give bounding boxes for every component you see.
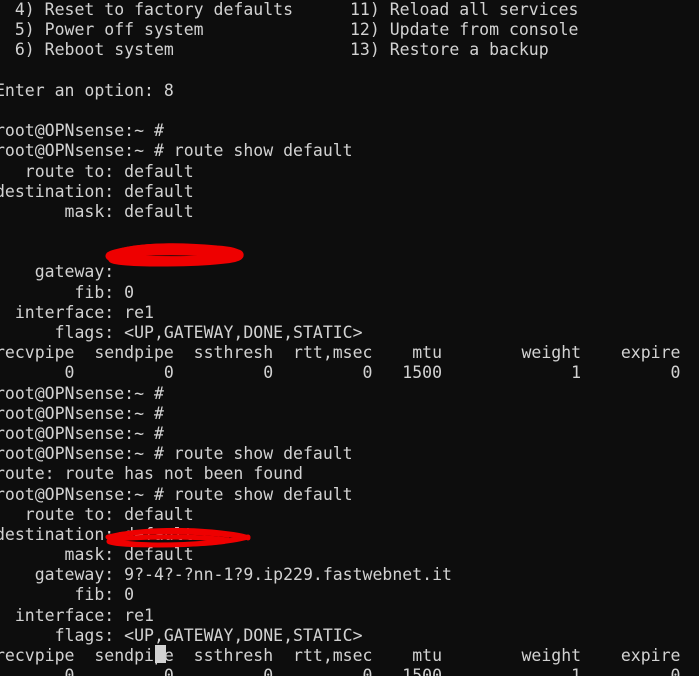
terminal-screen: 4) Reset to factory defaults 11) Reload … (0, 0, 699, 676)
menu-item-13[interactable]: 13) Restore a backup (350, 40, 549, 60)
terminal-line: flags: <UP,GATEWAY,DONE,STATIC> (0, 626, 699, 646)
terminal-line: recvpipe sendpipe ssthresh rtt,msec mtu … (0, 646, 699, 666)
terminal-line: root@OPNsense:~ # (0, 404, 699, 424)
shell-prompt: root@OPNsense:~ # (0, 403, 164, 423)
terminal-line: root@OPNsense:~ # route show default (0, 485, 699, 505)
terminal-line: root@OPNsense:~ # (0, 424, 699, 444)
flags-line: flags: <UP,GATEWAY,DONE,STATIC> (0, 323, 363, 342)
text-cursor (155, 645, 166, 663)
menu-item-4[interactable]: 4) Reset to factory defaults (0, 0, 293, 20)
terminal-line: fib: 0 (0, 283, 699, 303)
menu-item-11[interactable]: 11) Reload all services (350, 0, 578, 20)
menu-item-5[interactable]: 5) Power off system (0, 20, 204, 40)
terminal-line: recvpipe sendpipe ssthresh rtt,msec mtu … (0, 343, 699, 363)
command-line: root@OPNsense:~ # route show default (0, 444, 353, 464)
destination-line: destination: default (0, 524, 194, 544)
terminal-line: destination: default (0, 525, 699, 545)
command-line: root@OPNsense:~ # route show default (0, 141, 353, 161)
metrics-values-row: 0 0 0 0 1500 1 0 (0, 666, 681, 676)
shell-prompt: root@OPNsense:~ # (0, 383, 164, 403)
fib-line: fib: 0 (0, 282, 135, 302)
terminal-line: root@OPNsense:~ # (0, 384, 699, 404)
terminal-window[interactable]: 4) Reset to factory defaults 11) Reload … (0, 0, 699, 676)
terminal-line: root@OPNsense:~ # (0, 121, 699, 141)
metrics-header-row: recvpipe sendpipe ssthresh rtt,msec mtu … (0, 646, 681, 665)
interface-line: interface: re1 (0, 302, 154, 322)
route-to-line: route to: default (0, 504, 194, 524)
metrics-header-row: recvpipe sendpipe ssthresh rtt,msec mtu … (0, 343, 681, 363)
terminal-line: mask: default (0, 202, 699, 222)
terminal-line: route to: default (0, 505, 699, 525)
gateway-line-partial-redacted: gateway: 9?-4?-?nn-1?9.ip229.fastwebnet.… (0, 565, 452, 585)
flags-line: flags: <UP,GATEWAY,DONE,STATIC> (0, 625, 363, 645)
terminal-line: mask: default (0, 545, 699, 565)
option-prompt-line: Enter an option: 8 (0, 81, 699, 101)
menu-item-12[interactable]: 12) Update from console (350, 20, 578, 40)
terminal-line: interface: re1 (0, 303, 699, 323)
terminal-line: 0 0 0 0 1500 1 0 (0, 363, 699, 383)
menu-row: 6) Reboot system 13) Restore a backup (0, 40, 699, 60)
fib-line: fib: 0 (0, 585, 135, 605)
gateway-line-redacted: gateway: (0, 262, 125, 282)
terminal-line: route to: default (0, 162, 699, 182)
destination-line: destination: default (0, 181, 194, 201)
interface-line: interface: re1 (0, 605, 154, 625)
terminal-line: destination: default (0, 182, 699, 202)
terminal-line: 0 0 0 0 1500 1 0 (0, 666, 699, 676)
route-to-line: route to: default (0, 161, 194, 181)
terminal-line: route: route has not been found (0, 464, 699, 484)
shell-prompt: root@OPNsense:~ # (0, 121, 164, 141)
command-line: root@OPNsense:~ # route show default (0, 484, 353, 504)
mask-line: mask: default (0, 201, 194, 221)
terminal-line: root@OPNsense:~ # route show default (0, 141, 699, 161)
metrics-values-row: 0 0 0 0 1500 1 0 (0, 363, 681, 383)
terminal-line: fib: 0 (0, 585, 699, 605)
terminal-line: gateway: 9?-4?-?nn-1?9.ip229.fastwebnet.… (0, 565, 699, 585)
menu-row: 4) Reset to factory defaults 11) Reload … (0, 0, 699, 20)
menu-item-6[interactable]: 6) Reboot system (0, 40, 174, 60)
shell-prompt: root@OPNsense:~ # (0, 423, 164, 443)
option-prompt[interactable]: Enter an option: 8 (0, 81, 174, 101)
terminal-line: flags: <UP,GATEWAY,DONE,STATIC> (0, 323, 699, 343)
terminal-line: gateway: (0, 262, 699, 282)
terminal-line: root@OPNsense:~ # route show default (0, 444, 699, 464)
terminal-line: interface: re1 (0, 606, 699, 626)
mask-line: mask: default (0, 545, 194, 565)
route-error-line: route: route has not been found (0, 464, 303, 484)
menu-row: 5) Power off system 12) Update from cons… (0, 20, 699, 40)
